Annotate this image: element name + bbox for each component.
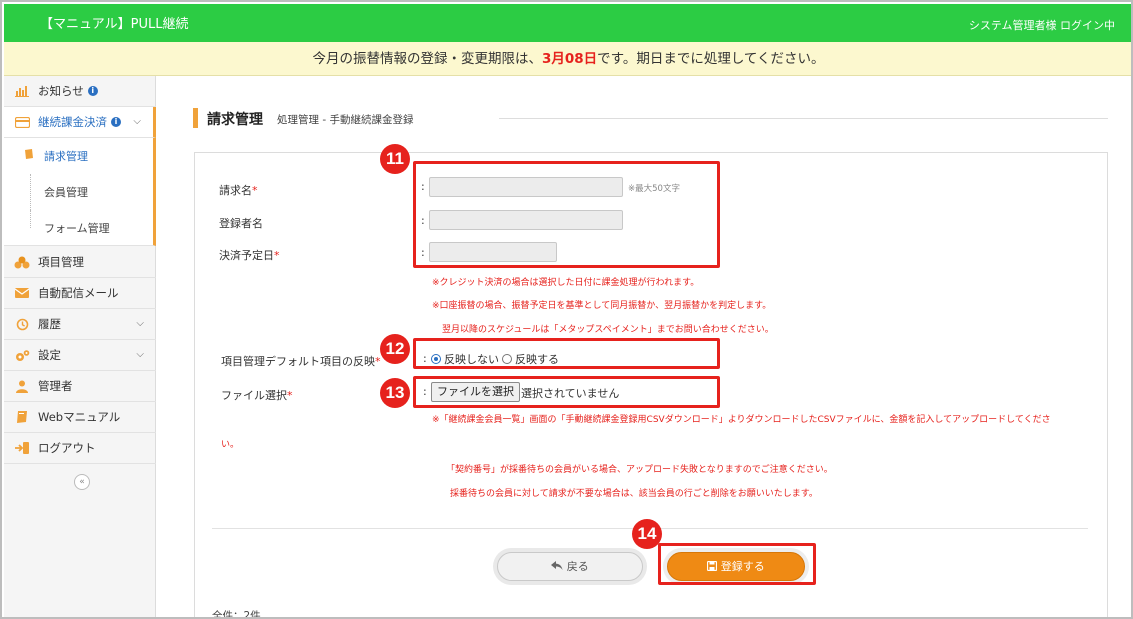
- sidebar-item-label: Webマニュアル: [38, 410, 121, 424]
- step-badge-11: 11: [380, 144, 410, 174]
- title-accent-bar: [193, 108, 198, 128]
- sidebar-item-label: 継続課金決済: [38, 115, 107, 129]
- payment-note-account-transfer: ※口座振替の場合、振替予定日を基準として同月振替か、翌月振替かを判定します。: [432, 301, 772, 311]
- chevron-down-icon: ⌵: [136, 349, 144, 360]
- info-icon: i: [111, 117, 121, 127]
- credit-card-icon: [14, 115, 30, 129]
- file-note-delete-row: 採番待ちの会員に対して請求が不要な場合は、該当会員の行ごと削除をお願いいたします…: [450, 489, 818, 499]
- highlight-box-14: [658, 543, 816, 585]
- record-count: 全件：2件: [212, 610, 261, 619]
- page-title: 請求管理: [207, 112, 263, 128]
- sidebar-item-admin[interactable]: 管理者: [4, 371, 156, 402]
- step-badge-14: 14: [632, 519, 662, 549]
- page-header: 請求管理 処理管理 - 手動継続課金登録: [193, 108, 1108, 128]
- sidebar: お知らせ i 継続課金決済 i ⌵ 請求管理 会員管理 フォーム管理 項目管理 …: [4, 76, 156, 617]
- file-note-csv: ※「継続課金会員一覧」画面の「手動継続課金登録用CSVダウンロード」よりダウンロ…: [432, 415, 1051, 425]
- highlight-box-13: [413, 376, 720, 408]
- tree-branch: [30, 210, 40, 228]
- envelope-icon: [14, 286, 30, 300]
- back-button[interactable]: 戻る: [497, 552, 643, 581]
- deadline-notice: 今月の振替情報の登録・変更期限は、3月08日です。期日までに処理してください。: [4, 42, 1131, 76]
- sidebar-item-label: 項目管理: [38, 255, 84, 269]
- registrant-label: 登録者名: [219, 217, 263, 230]
- sidebar-subitem-form-management[interactable]: フォーム管理: [4, 210, 156, 246]
- sidebar-item-web-manual[interactable]: Webマニュアル: [4, 402, 156, 433]
- sidebar-item-history[interactable]: 履歴 ⌵: [4, 309, 156, 340]
- book-icon: [14, 410, 30, 424]
- step-badge-13: 13: [380, 378, 410, 408]
- notice-suffix: です。期日までに処理してください。: [597, 51, 825, 67]
- breadcrumb: 処理管理 - 手動継続課金登録: [277, 114, 414, 126]
- bar-chart-icon: [14, 84, 30, 98]
- back-button-label: 戻る: [566, 560, 589, 573]
- payment-note-credit: ※クレジット決済の場合は選択した日付に課金処理が行われます。: [432, 278, 700, 288]
- chevron-down-icon: ⌵: [133, 116, 141, 127]
- sidebar-item-label: 自動配信メール: [38, 286, 119, 300]
- highlight-box-11: [413, 161, 720, 268]
- sidebar-item-label: 管理者: [38, 379, 73, 393]
- step-badge-12: 12: [380, 334, 410, 364]
- sign-out-icon: [14, 441, 30, 455]
- sidebar-item-label: 設定: [38, 348, 61, 362]
- highlight-box-12: [413, 338, 720, 369]
- top-header-bar: 【マニュアル】PULL継続 システム管理者様 ログイン中: [4, 4, 1131, 42]
- sidebar-item-logout[interactable]: ログアウト: [4, 433, 156, 464]
- history-icon: [14, 317, 30, 331]
- file-select-label: ファイル選択*: [221, 389, 293, 402]
- back-arrow-icon: [551, 560, 567, 573]
- sidebar-item-label: ログアウト: [38, 441, 96, 455]
- gears-icon: [14, 348, 30, 362]
- sidebar-subitem-member-management[interactable]: 会員管理: [4, 174, 156, 210]
- sidebar-item-news[interactable]: お知らせ i: [4, 76, 156, 107]
- app-window: 【マニュアル】PULL継続 システム管理者様 ログイン中 今月の振替情報の登録・…: [0, 0, 1133, 619]
- book-icon: [24, 149, 34, 163]
- sidebar-item-auto-mail[interactable]: 自動配信メール: [4, 278, 156, 309]
- billing-name-label: 請求名*: [219, 184, 258, 197]
- sidebar-subitem-label: フォーム管理: [44, 221, 110, 235]
- sidebar-item-field-management[interactable]: 項目管理: [4, 247, 156, 278]
- app-title: 【マニュアル】PULL継続: [40, 17, 189, 32]
- sidebar-item-label: お知らせ: [38, 84, 84, 98]
- sidebar-item-recurring-billing[interactable]: 継続課金決済 i ⌵: [4, 107, 156, 138]
- default-reflect-label: 項目管理デフォルト項目の反映*: [221, 355, 381, 368]
- user-icon: [14, 379, 30, 393]
- file-note-contract-number: 「契約番号」が採番待ちの会員がいる場合、アップロード失敗となりますのでご注意くだ…: [446, 465, 833, 475]
- tree-branch: [30, 174, 40, 210]
- chevron-down-icon: ⌵: [136, 318, 144, 329]
- sidebar-item-label: 履歴: [38, 317, 61, 331]
- sidebar-subitem-label: 会員管理: [44, 186, 88, 199]
- sidebar-collapse-button[interactable]: «: [74, 474, 90, 490]
- notice-prefix: 今月の振替情報の登録・変更期限は、: [312, 51, 542, 67]
- login-status: システム管理者様 ログイン中: [968, 19, 1115, 32]
- sidebar-item-settings[interactable]: 設定 ⌵: [4, 340, 156, 371]
- notice-deadline: 3月08日: [541, 51, 598, 67]
- info-icon: i: [87, 86, 98, 96]
- payment-note-schedule: 翌月以降のスケジュールは「メタップスペイメント」までお問い合わせください。: [442, 325, 774, 335]
- main-content: 請求管理 処理管理 - 手動継続課金登録 請求名* : ※最大50文字 登録者名…: [157, 76, 1131, 619]
- coins-icon: [14, 255, 30, 269]
- file-note-csv-cont: い。: [221, 440, 240, 450]
- payment-date-label: 決済予定日*: [219, 249, 280, 262]
- header-divider: [499, 118, 1108, 119]
- sidebar-subitem-billing-management[interactable]: 請求管理: [4, 138, 156, 174]
- sidebar-subitem-label: 請求管理: [44, 150, 88, 163]
